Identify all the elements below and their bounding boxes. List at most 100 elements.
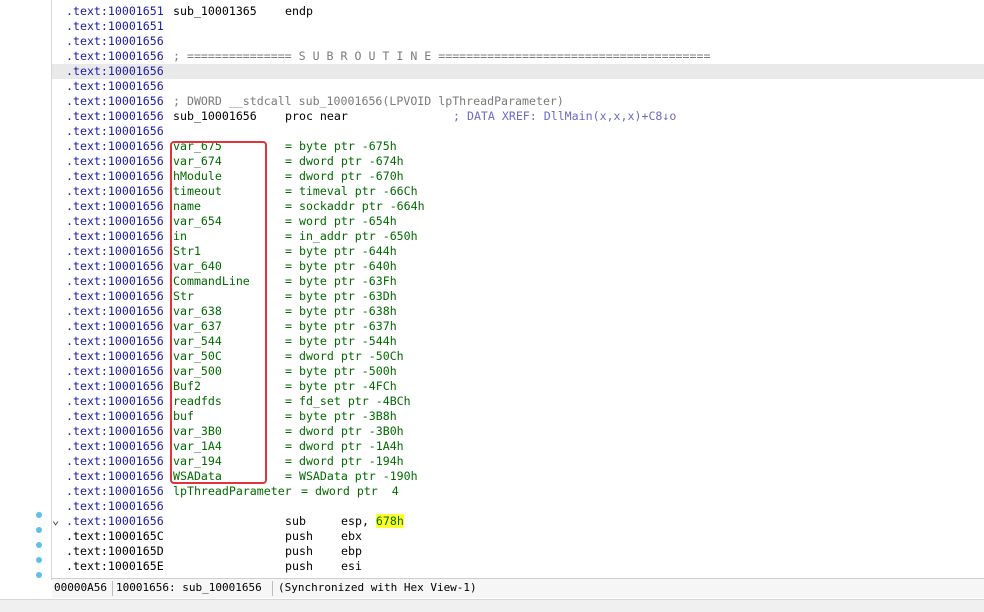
line-address: .text:10001656 (66, 64, 164, 78)
line-address: .text:10001656 (66, 109, 164, 123)
listing-line[interactable]: .text:10001651 sub_10001365 endp (52, 4, 984, 19)
line-address: .text:10001656 (66, 274, 164, 288)
line-address: .text:10001656 (66, 259, 164, 273)
stack-variable-definition: = word ptr -654h (285, 214, 397, 228)
line-address: .text:10001656 (66, 49, 164, 63)
line-address: .text:10001651 (66, 4, 164, 18)
stack-variable-definition: = byte ptr -640h (285, 259, 397, 273)
status-sync: (Synchronized with Hex View-1) (278, 581, 477, 594)
line-address: .text:10001656 (66, 199, 164, 213)
line-address: .text:10001656 (66, 364, 164, 378)
stack-variable-definition: = byte ptr -644h (285, 244, 397, 258)
stack-variable-definition: = byte ptr -638h (285, 304, 397, 318)
listing-line[interactable]: .text:10001656 ; =============== S U B R … (52, 49, 984, 64)
listing-line[interactable]: .text:10001656 (52, 79, 984, 94)
stack-variable-definition: = dword ptr -194h (285, 454, 404, 468)
line-address: .text:10001656 (66, 244, 164, 258)
comment: ; DWORD __stdcall sub_10001656(LPVOID lp… (173, 94, 564, 108)
line-address: .text:10001656 (66, 514, 164, 528)
comment: ; =============== S U B R O U T I N E ==… (173, 49, 711, 63)
arrow-dot-icon (36, 527, 42, 533)
line-address: .text:10001656 (66, 214, 164, 228)
stack-variable-definition: = byte ptr -544h (285, 334, 397, 348)
listing-line[interactable]: .text:10001656 (52, 34, 984, 49)
line-address: .text:10001656 (66, 184, 164, 198)
line-address: .text:1000165C (66, 529, 164, 543)
stack-variable-definition: = byte ptr -637h (285, 319, 397, 333)
line-address: .text:10001656 (66, 409, 164, 423)
instruction-mnemonic: push (285, 544, 313, 558)
stack-variable-definition: = sockaddr ptr -664h (285, 199, 425, 213)
stack-variable-definition: = dword ptr -670h (285, 169, 404, 183)
line-address: .text:10001656 (66, 439, 164, 453)
listing-line[interactable]: .text:10001656 (52, 124, 984, 139)
stack-variable-definition: = WSAData ptr -190h (285, 469, 418, 483)
listing-line[interactable]: .text:10001656 (52, 64, 984, 79)
fold-chevron-icon[interactable]: ⌄ (52, 514, 59, 526)
listing-line[interactable]: .text:1000165E push esi (52, 559, 984, 574)
line-address: .text:10001656 (66, 349, 164, 363)
stack-variable-name: lpThreadParameter (173, 484, 292, 498)
line-address: .text:10001656 (66, 169, 164, 183)
line-address: .text:10001656 (66, 139, 164, 153)
listing-line[interactable]: .text:1000165C push ebx (52, 529, 984, 544)
line-address: .text:1000165E (66, 559, 164, 573)
listing-line[interactable]: .text:10001656 (52, 499, 984, 514)
stack-variable-definition: = dword ptr -3B0h (285, 424, 404, 438)
line-address: .text:10001656 (66, 304, 164, 318)
listing-line[interactable]: .text:10001656 ; DWORD __stdcall sub_1000… (52, 94, 984, 109)
status-bar: 00000A56 10001656: sub_10001656 (Synchro… (52, 578, 984, 598)
stack-variable-definition: = byte ptr -4FCh (285, 379, 397, 393)
instruction-mnemonic: sub (285, 514, 306, 528)
line-address: .text:10001656 (66, 424, 164, 438)
stack-variable-definition: = byte ptr -500h (285, 364, 397, 378)
line-address: .text:10001656 (66, 394, 164, 408)
instruction-mnemonic: endp (285, 4, 313, 18)
arrow-dot-icon (36, 512, 42, 518)
line-address: .text:10001656 (66, 94, 164, 108)
stack-variable-definition: = timeval ptr -66Ch (285, 184, 418, 198)
stack-variable-definition: = byte ptr -63Dh (285, 289, 397, 303)
line-address: .text:10001651 (66, 19, 164, 33)
instruction-operand: ebp (341, 544, 362, 558)
instruction-mnemonic: push (285, 559, 313, 573)
line-address: .text:10001656 (66, 79, 164, 93)
stack-variable-definition: = byte ptr -63Fh (285, 274, 397, 288)
line-address: .text:10001656 (66, 334, 164, 348)
line-address: .text:10001656 (66, 34, 164, 48)
arrow-dot-icon (36, 557, 42, 563)
stack-variable-definition: = dword ptr -50Ch (285, 349, 404, 363)
stack-variable-definition: = dword ptr 4 (301, 484, 399, 498)
line-address: .text:10001656 (66, 319, 164, 333)
line-address: .text:10001656 (66, 289, 164, 303)
line-address: .text:10001656 (66, 484, 164, 498)
line-address: .text:10001656 (66, 229, 164, 243)
stack-variable-definition: = dword ptr -674h (285, 154, 404, 168)
stack-variable-definition: = fd_set ptr -4BCh (285, 394, 411, 408)
status-offset: 00000A56 (54, 581, 107, 594)
line-address: .text:10001656 (66, 379, 164, 393)
stack-variable-definition: = byte ptr -3B8h (285, 409, 397, 423)
line-address: .text:10001656 (66, 154, 164, 168)
stack-variable-definition: = dword ptr -1A4h (285, 439, 404, 453)
instruction-operands: esp, 678h (341, 514, 404, 529)
arrow-dot-icon (36, 572, 42, 578)
instruction-operand: esi (341, 559, 362, 573)
listing-line[interactable]: .text:10001656 sub esp, 678h (52, 514, 984, 529)
line-address: .text:10001656 (66, 124, 164, 138)
instruction-operand: esp, (341, 514, 376, 528)
horizontal-scrollbar[interactable] (0, 599, 984, 612)
label: sub_10001656 (173, 109, 257, 123)
listing-line[interactable]: .text:1000165D push ebp (52, 544, 984, 559)
status-location: 10001656: sub_10001656 (116, 581, 262, 594)
line-address: .text:10001656 (66, 454, 164, 468)
label: sub_10001365 (173, 4, 257, 18)
listing-line[interactable]: .text:10001651 (52, 19, 984, 34)
listing-line[interactable]: .text:10001656 lpThreadParameter = dword p… (52, 484, 984, 499)
arrow-dot-icon (36, 542, 42, 548)
listing-line[interactable]: .text:10001656 sub_10001656 proc near ; DAT… (52, 109, 984, 124)
gutter (0, 0, 52, 580)
stack-variable-definition: = byte ptr -675h (285, 139, 397, 153)
instruction-mnemonic: push (285, 529, 313, 543)
stack-variable-definition: = in_addr ptr -650h (285, 229, 418, 243)
